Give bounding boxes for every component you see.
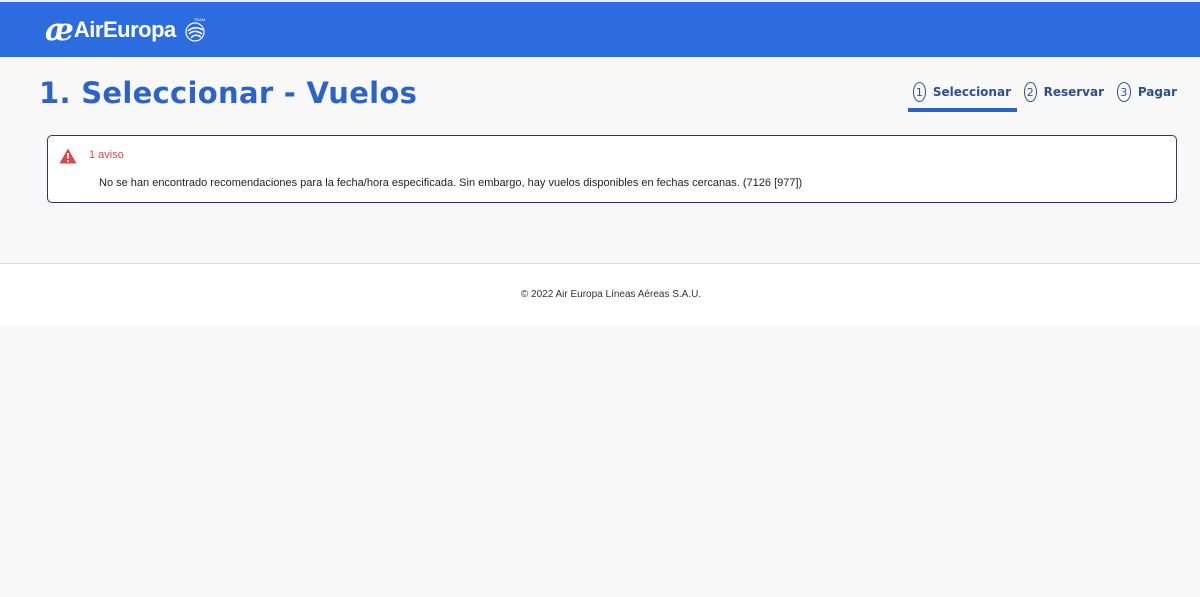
warning-alert: 1 aviso No se han encontrado recomendaci… (47, 135, 1177, 203)
step-number: 2 (1024, 82, 1037, 102)
warning-icon (59, 148, 77, 164)
step-label: Seleccionar (932, 85, 1011, 99)
main-content: 1. Seleccionar - Vuelos 1 Seleccionar 2 … (0, 57, 1200, 263)
empty-page-area (0, 326, 1200, 597)
logo-team-text: TEAM (194, 17, 205, 22)
step-number: 1 (913, 82, 926, 102)
step-label: Pagar (1137, 85, 1177, 99)
step-seleccionar[interactable]: 1 Seleccionar (908, 81, 1017, 112)
step-pagar[interactable]: 3 Pagar (1112, 81, 1183, 103)
page-title: 1. Seleccionar - Vuelos (39, 76, 418, 110)
logo-text: AirEuropa (73, 17, 176, 42)
alert-message: No se han encontrado recomendaciones par… (99, 177, 803, 189)
booking-steps: 1 Seleccionar 2 Reservar 3 Pagar (908, 81, 1183, 112)
air-europa-logo[interactable]: æ AirEuropa TEAM (45, 14, 210, 46)
page-footer: © 2022 Air Europa Líneas Aéreas S.A.U. (0, 263, 1200, 326)
step-number: 3 (1117, 82, 1131, 102)
alert-title: 1 aviso (89, 149, 124, 161)
step-label: Reservar (1043, 85, 1104, 99)
copyright-text: © 2022 Air Europa Líneas Aéreas S.A.U. (520, 289, 702, 300)
top-navigation-bar: æ AirEuropa TEAM (0, 0, 1200, 57)
skyteam-icon: TEAM (185, 17, 205, 42)
step-reservar[interactable]: 2 Reservar (1019, 81, 1110, 103)
logo-symbol: æ (45, 12, 74, 48)
